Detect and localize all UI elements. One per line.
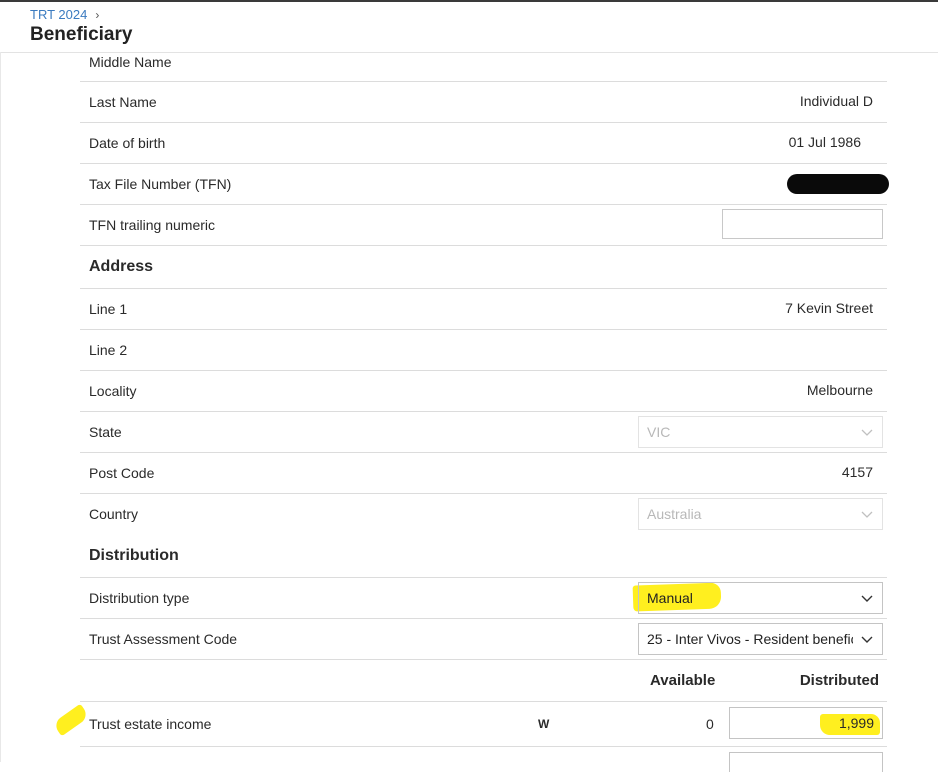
line1-value: 7 Kevin Street [785, 300, 873, 316]
state-select: VIC [638, 416, 883, 448]
line1-label: Line 1 [89, 301, 128, 317]
row-state: State VIC [80, 412, 887, 453]
locality-value: Melbourne [806, 382, 873, 398]
distribution-type-label: Distribution type [89, 590, 190, 606]
last-name-label: Last Name [89, 94, 157, 110]
last-name-value: Individual D [799, 93, 873, 109]
column-available: Available [650, 672, 716, 689]
row-distribution-type: Distribution type Manual [80, 578, 887, 619]
row-date-of-birth: Date of birth 01 Jul 1986 [80, 123, 887, 164]
country-select: Australia [638, 498, 883, 530]
dob-value: 01 Jul 1986 [788, 134, 861, 150]
distribution-type-select[interactable]: Manual [638, 582, 883, 614]
column-distributed: Distributed [799, 672, 879, 689]
country-select-value: Australia [647, 506, 702, 522]
chevron-down-icon [861, 595, 873, 602]
income-available-value: 0 [706, 716, 714, 732]
distribution-heading: Distribution [89, 547, 179, 564]
tfn-redaction [787, 174, 889, 194]
middle-name-label: Middle Name [89, 54, 172, 70]
chevron-down-icon [861, 429, 873, 436]
section-distribution: Distribution [80, 535, 887, 578]
row-line-1: Line 1 7 Kevin Street [80, 289, 887, 330]
tfn-trailing-input[interactable] [722, 209, 883, 239]
distribution-columns-header: Available Distributed [80, 660, 887, 702]
row-tfn: Tax File Number (TFN) [80, 164, 889, 205]
line2-label: Line 2 [89, 342, 128, 358]
row-post-code: Post Code 4157 [80, 453, 887, 494]
tfn-label: Tax File Number (TFN) [89, 176, 232, 192]
tfn-trailing-label: TFN trailing numeric [89, 217, 216, 233]
postcode-value: 4157 [841, 464, 873, 480]
state-select-value: VIC [647, 424, 671, 440]
chevron-right-icon: › [95, 7, 100, 22]
row-trust-estate-income: Trust estate income W 0 1,999 [80, 702, 887, 747]
postcode-label: Post Code [89, 465, 155, 481]
distribution-type-select-value: Manual [647, 590, 693, 606]
page-header: TRT 2024 › Beneficiary [0, 2, 938, 53]
chevron-down-icon [861, 636, 873, 643]
row-tfn-trailing: TFN trailing numeric [80, 205, 887, 246]
trust-estate-income-label: Trust estate income [89, 716, 212, 732]
dob-label: Date of birth [89, 135, 166, 151]
row-middle-name: Middle Name [80, 52, 887, 82]
breadcrumb-link-trt-2024[interactable]: TRT 2024 [30, 7, 87, 22]
left-divider [0, 52, 1, 762]
row-last-name: Last Name Individual D [80, 82, 887, 123]
locality-label: Locality [89, 383, 137, 399]
income-distributed-input[interactable]: 1,999 [729, 707, 883, 739]
income-distributed-value: 1,999 [838, 715, 874, 731]
breadcrumb: TRT 2024 › [30, 7, 99, 22]
assessment-code-select[interactable]: 25 - Inter Vivos - Resident beneficiary [638, 623, 883, 655]
row-locality: Locality Melbourne [80, 371, 887, 412]
row-line-2: Line 2 [80, 330, 887, 371]
assessment-code-select-value: 25 - Inter Vivos - Resident beneficiary [647, 631, 853, 647]
address-heading: Address [89, 258, 154, 275]
country-label: Country [89, 506, 139, 522]
next-distributed-input[interactable] [729, 752, 883, 772]
chevron-down-icon [861, 511, 873, 518]
income-code: W [538, 717, 550, 731]
row-country: Country Australia [80, 494, 887, 534]
section-address: Address [80, 246, 887, 289]
assessment-code-label: Trust Assessment Code [89, 631, 238, 647]
row-trust-assessment-code: Trust Assessment Code 25 - Inter Vivos -… [80, 619, 887, 660]
page-title: Beneficiary [30, 24, 133, 45]
state-label: State [89, 424, 122, 440]
